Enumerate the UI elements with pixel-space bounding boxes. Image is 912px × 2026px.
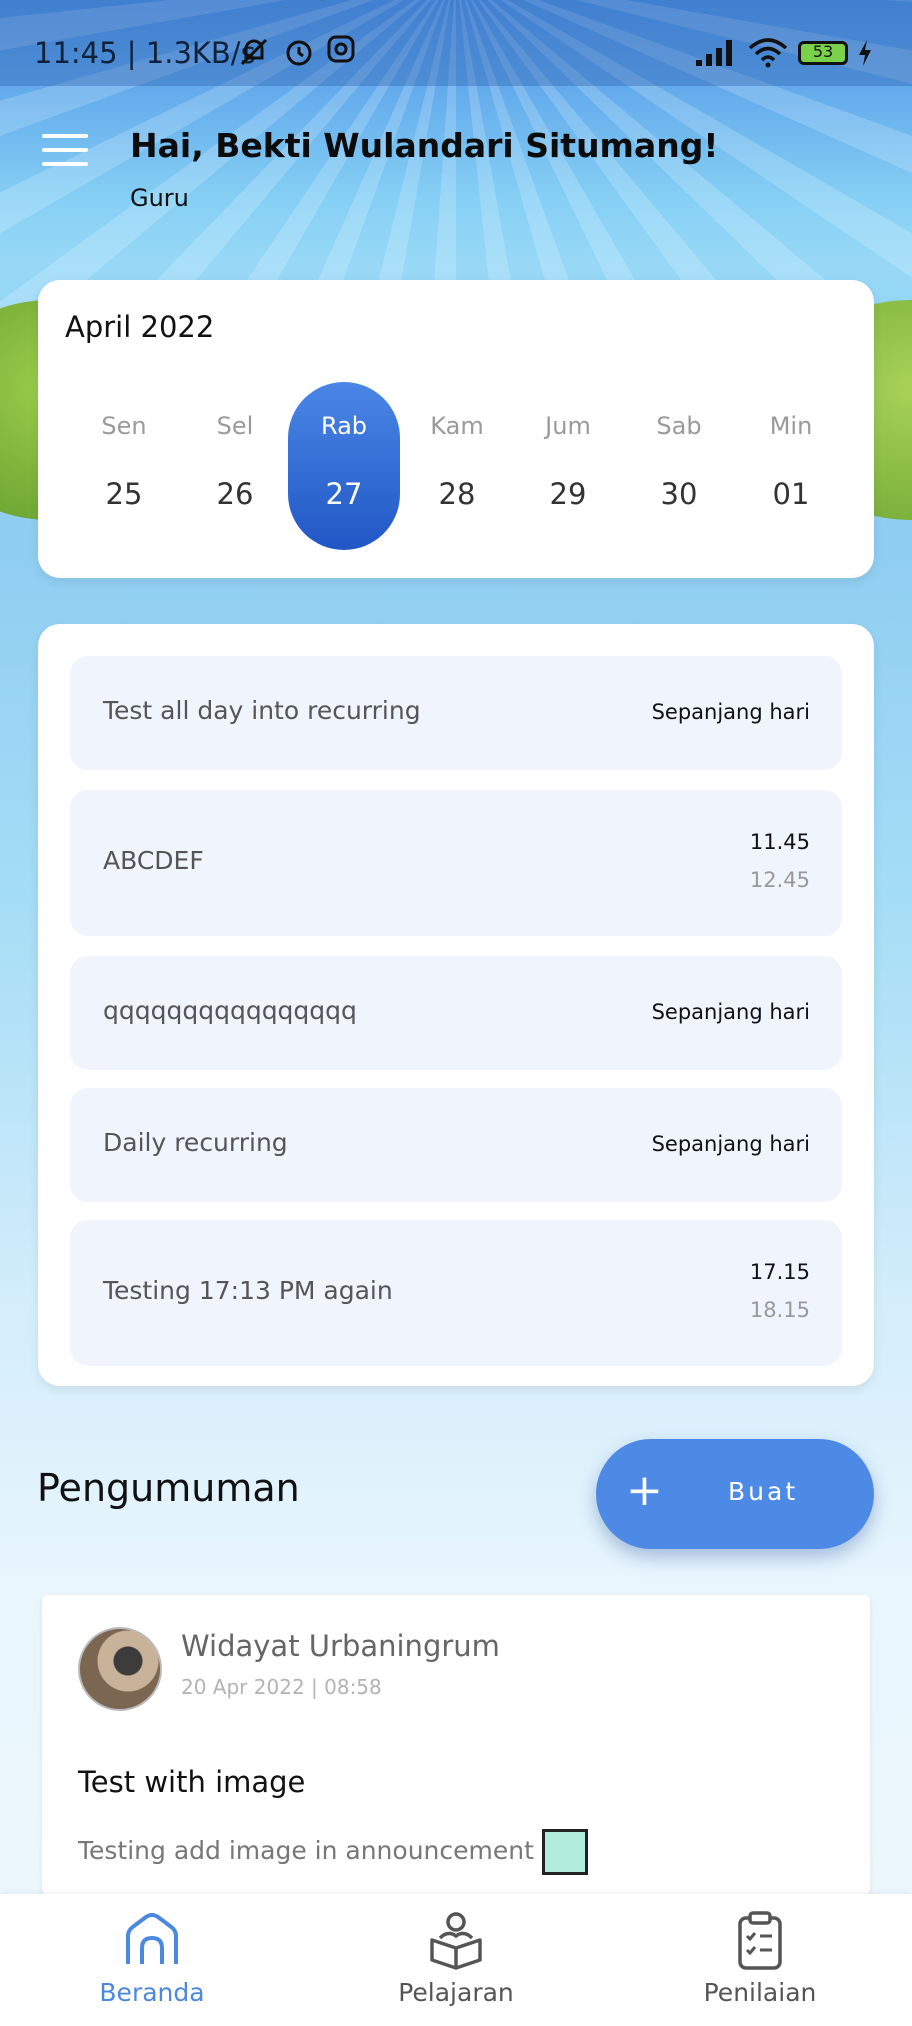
user-role: Guru xyxy=(130,184,189,212)
day-date: 26 xyxy=(216,477,254,511)
day-name: Sen xyxy=(101,412,147,440)
nav-pelajaran[interactable]: Pelajaran xyxy=(304,1894,608,2026)
announcement-image-thumbnail[interactable] xyxy=(541,1829,588,1875)
event-end: 18.15 xyxy=(749,1298,810,1322)
day-date: 25 xyxy=(105,477,143,511)
signal-icon xyxy=(696,40,732,66)
day-tue[interactable]: Sel 26 xyxy=(179,382,291,550)
status-bar: 11:45 | 1.3KB/s 53 xyxy=(0,0,912,86)
create-label: Buat xyxy=(728,1477,799,1506)
announcements-title: Pengumuman xyxy=(37,1466,300,1510)
status-time: 11:45 | 1.3KB/s xyxy=(34,36,256,70)
event-title: Daily recurring xyxy=(103,1128,288,1157)
event-time: Sepanjang hari xyxy=(651,700,810,724)
menu-icon[interactable] xyxy=(42,134,88,170)
announcement-date: 20 Apr 2022 | 08:58 xyxy=(181,1675,382,1699)
charging-icon xyxy=(859,40,871,66)
day-sun[interactable]: Min 01 xyxy=(735,382,847,550)
event-item[interactable]: ABCDEF 11.45 12.45 xyxy=(70,790,842,936)
day-date: 28 xyxy=(438,477,476,511)
day-name: Sab xyxy=(656,412,702,440)
events-card: Test all day into recurring Sepanjang ha… xyxy=(38,624,874,1386)
event-start: 17.15 xyxy=(749,1260,810,1284)
event-title: Testing 17:13 PM again xyxy=(103,1276,393,1305)
event-item[interactable]: Daily recurring Sepanjang hari xyxy=(70,1088,842,1202)
calendar-month: April 2022 xyxy=(65,310,215,344)
announcement-body: Testing add image in announcement xyxy=(78,1836,534,1865)
nav-label: Penilaian xyxy=(703,1978,817,2007)
bottom-nav: Beranda Pelajaran Penilaian xyxy=(0,1894,912,2026)
nav-label: Pelajaran xyxy=(398,1978,514,2007)
header: Hai, Bekti Wulandari Situmang! Guru xyxy=(0,86,912,236)
day-name: Rab xyxy=(320,412,368,440)
day-date: 01 xyxy=(772,477,810,511)
day-fri[interactable]: Jum 29 xyxy=(512,382,624,550)
status-icons-left xyxy=(236,34,356,70)
event-start: 11.45 xyxy=(749,830,810,854)
battery-level: 53 xyxy=(812,42,834,61)
day-mon[interactable]: Sen 25 xyxy=(68,382,180,550)
event-end: 12.45 xyxy=(749,868,810,892)
event-title: Test all day into recurring xyxy=(103,696,421,725)
event-time: Sepanjang hari xyxy=(651,1000,810,1024)
day-wed-selected[interactable]: Rab 27 xyxy=(288,382,400,550)
day-name: Jum xyxy=(545,412,591,440)
announcement-card[interactable]: Widayat Urbaningrum 20 Apr 2022 | 08:58 … xyxy=(42,1595,870,1895)
reading-icon xyxy=(430,1912,482,1970)
plus-icon: + xyxy=(626,1465,663,1516)
week-strip: Sen 25 Sel 26 Rab 27 Kam 28 Jum 29 Sab 3… xyxy=(68,382,848,550)
event-item[interactable]: Test all day into recurring Sepanjang ha… xyxy=(70,656,842,770)
announcement-author: Widayat Urbaningrum xyxy=(181,1629,500,1663)
event-item[interactable]: Testing 17:13 PM again 17.15 18.15 xyxy=(70,1220,842,1366)
event-time: Sepanjang hari xyxy=(651,1132,810,1156)
announcement-body-row: Testing add image in announcement xyxy=(78,1829,588,1875)
avatar xyxy=(78,1627,162,1711)
mute-bell-icon xyxy=(240,38,268,66)
wifi-icon xyxy=(748,38,788,68)
calendar-card: April 2022 Sen 25 Sel 26 Rab 27 Kam 28 J… xyxy=(38,280,874,578)
day-name: Sel xyxy=(216,412,254,440)
event-item[interactable]: qqqqqqqqqqqqqqqq Sepanjang hari xyxy=(70,956,842,1070)
create-announcement-button[interactable]: + Buat xyxy=(596,1439,874,1549)
nav-penilaian[interactable]: Penilaian xyxy=(608,1894,912,2026)
day-name: Kam xyxy=(430,412,484,440)
nav-label: Beranda xyxy=(99,1978,205,2007)
day-date: 30 xyxy=(660,477,698,511)
event-title: ABCDEF xyxy=(103,846,204,875)
announcement-heading: Test with image xyxy=(78,1765,306,1799)
event-title: qqqqqqqqqqqqqqqq xyxy=(103,996,357,1025)
clipboard-icon xyxy=(738,1911,782,1970)
instagram-icon xyxy=(327,35,355,63)
day-date: 29 xyxy=(549,477,587,511)
day-thu[interactable]: Kam 28 xyxy=(401,382,513,550)
home-icon xyxy=(126,1913,178,1964)
alarm-icon xyxy=(286,40,312,66)
day-date: 27 xyxy=(325,477,363,511)
battery-icon: 53 xyxy=(798,41,848,65)
greeting: Hai, Bekti Wulandari Situmang! xyxy=(130,126,719,165)
day-sat[interactable]: Sab 30 xyxy=(623,382,735,550)
status-icons-right: 53 xyxy=(694,38,872,68)
nav-beranda[interactable]: Beranda xyxy=(0,1894,304,2026)
day-name: Min xyxy=(769,412,813,440)
